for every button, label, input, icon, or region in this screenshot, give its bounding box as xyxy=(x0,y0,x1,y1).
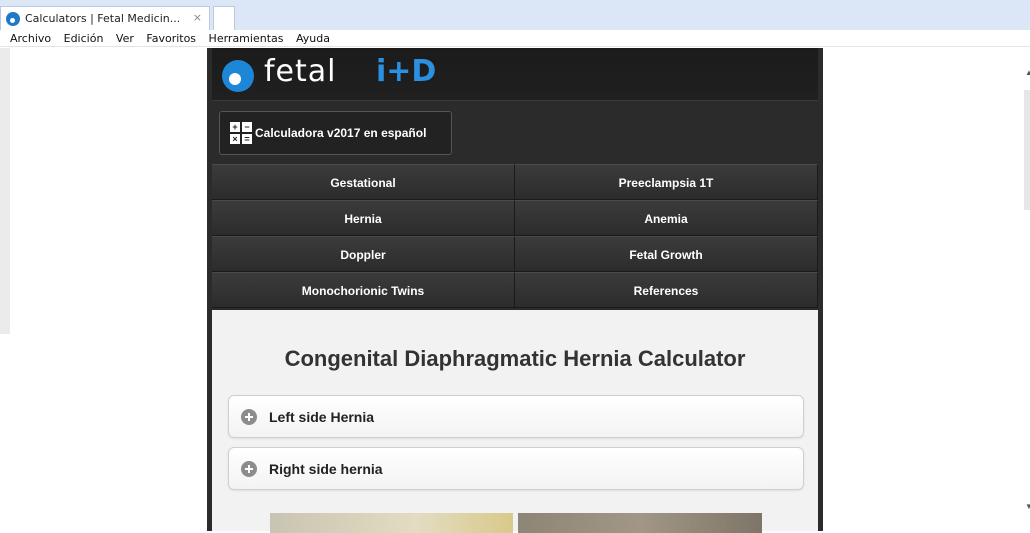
logo-accent[interactable]: i+D xyxy=(376,54,436,89)
calc-times-symbol: × xyxy=(230,134,240,144)
calc-plus-symbol: + xyxy=(230,122,240,132)
nav-item-doppler[interactable]: Doppler xyxy=(212,236,515,272)
nav-item-anemia[interactable]: Anemia xyxy=(515,200,818,236)
menu-favoritos[interactable]: Favoritos xyxy=(146,30,196,47)
section-label: Right side hernia xyxy=(269,460,383,477)
nav-item-references[interactable]: References xyxy=(515,272,818,308)
logo-text[interactable]: fetal xyxy=(264,54,337,89)
main-content: Congenital Diaphragmatic Hernia Calculat… xyxy=(212,310,818,533)
menu-herramientas[interactable]: Herramientas xyxy=(209,30,284,47)
nav-item-monochorionic-twins[interactable]: Monochorionic Twins xyxy=(212,272,515,308)
close-tab-icon[interactable]: × xyxy=(193,11,202,24)
nav-item-preeclampsia[interactable]: Preeclampsia 1T xyxy=(515,164,818,200)
expand-plus-icon xyxy=(241,408,257,425)
calc-minus-symbol: − xyxy=(242,122,252,132)
section-label: Left side Hernia xyxy=(269,408,375,425)
menu-edicion[interactable]: Edición xyxy=(64,30,104,47)
expand-plus-icon xyxy=(241,460,257,477)
calc-equals-symbol: = xyxy=(242,134,252,144)
spanish-calculator-button[interactable]: + − × = Calculadora v2017 en español xyxy=(219,111,452,155)
new-tab-button[interactable] xyxy=(213,6,235,30)
page-container: fetal i+D + − × = Calculadora v2017 en e… xyxy=(207,48,823,533)
calculator-icon: + − × = xyxy=(230,122,252,144)
left-side-hernia-section[interactable]: Left side Hernia xyxy=(228,395,804,438)
favicon-icon xyxy=(6,11,20,26)
browser-menubar: Archivo Edición Ver Favoritos Herramient… xyxy=(0,30,1030,47)
calculator-nav: Gestational Preeclampsia 1T Hernia Anemi… xyxy=(212,164,818,308)
browser-tab-bar: Calculators | Fetal Medicin... × xyxy=(0,0,1030,30)
nav-item-hernia[interactable]: Hernia xyxy=(212,200,515,236)
right-side-hernia-section[interactable]: Right side hernia xyxy=(228,447,804,490)
fetalid-logo-icon[interactable] xyxy=(222,60,254,92)
menu-ayuda[interactable]: Ayuda xyxy=(296,30,330,47)
nav-item-fetal-growth[interactable]: Fetal Growth xyxy=(515,236,818,272)
scrollbar-thumb[interactable] xyxy=(1024,90,1030,210)
tab-title: Calculators | Fetal Medicin... xyxy=(25,12,181,25)
browser-tab[interactable]: Calculators | Fetal Medicin... × xyxy=(0,6,210,30)
menu-archivo[interactable]: Archivo xyxy=(10,30,51,47)
menu-ver[interactable]: Ver xyxy=(116,30,134,47)
left-gutter xyxy=(0,48,10,334)
illustration-image-left xyxy=(270,513,513,533)
scroll-down-icon[interactable]: ▼ xyxy=(1025,502,1030,511)
scroll-up-icon[interactable]: ▲ xyxy=(1025,68,1030,77)
spanish-calculator-label: Calculadora v2017 en español xyxy=(255,126,427,140)
nav-item-gestational[interactable]: Gestational xyxy=(212,164,515,200)
page-title: Congenital Diaphragmatic Hernia Calculat… xyxy=(284,346,746,371)
illustration-image-right xyxy=(518,513,762,533)
site-header: fetal i+D xyxy=(212,48,818,101)
